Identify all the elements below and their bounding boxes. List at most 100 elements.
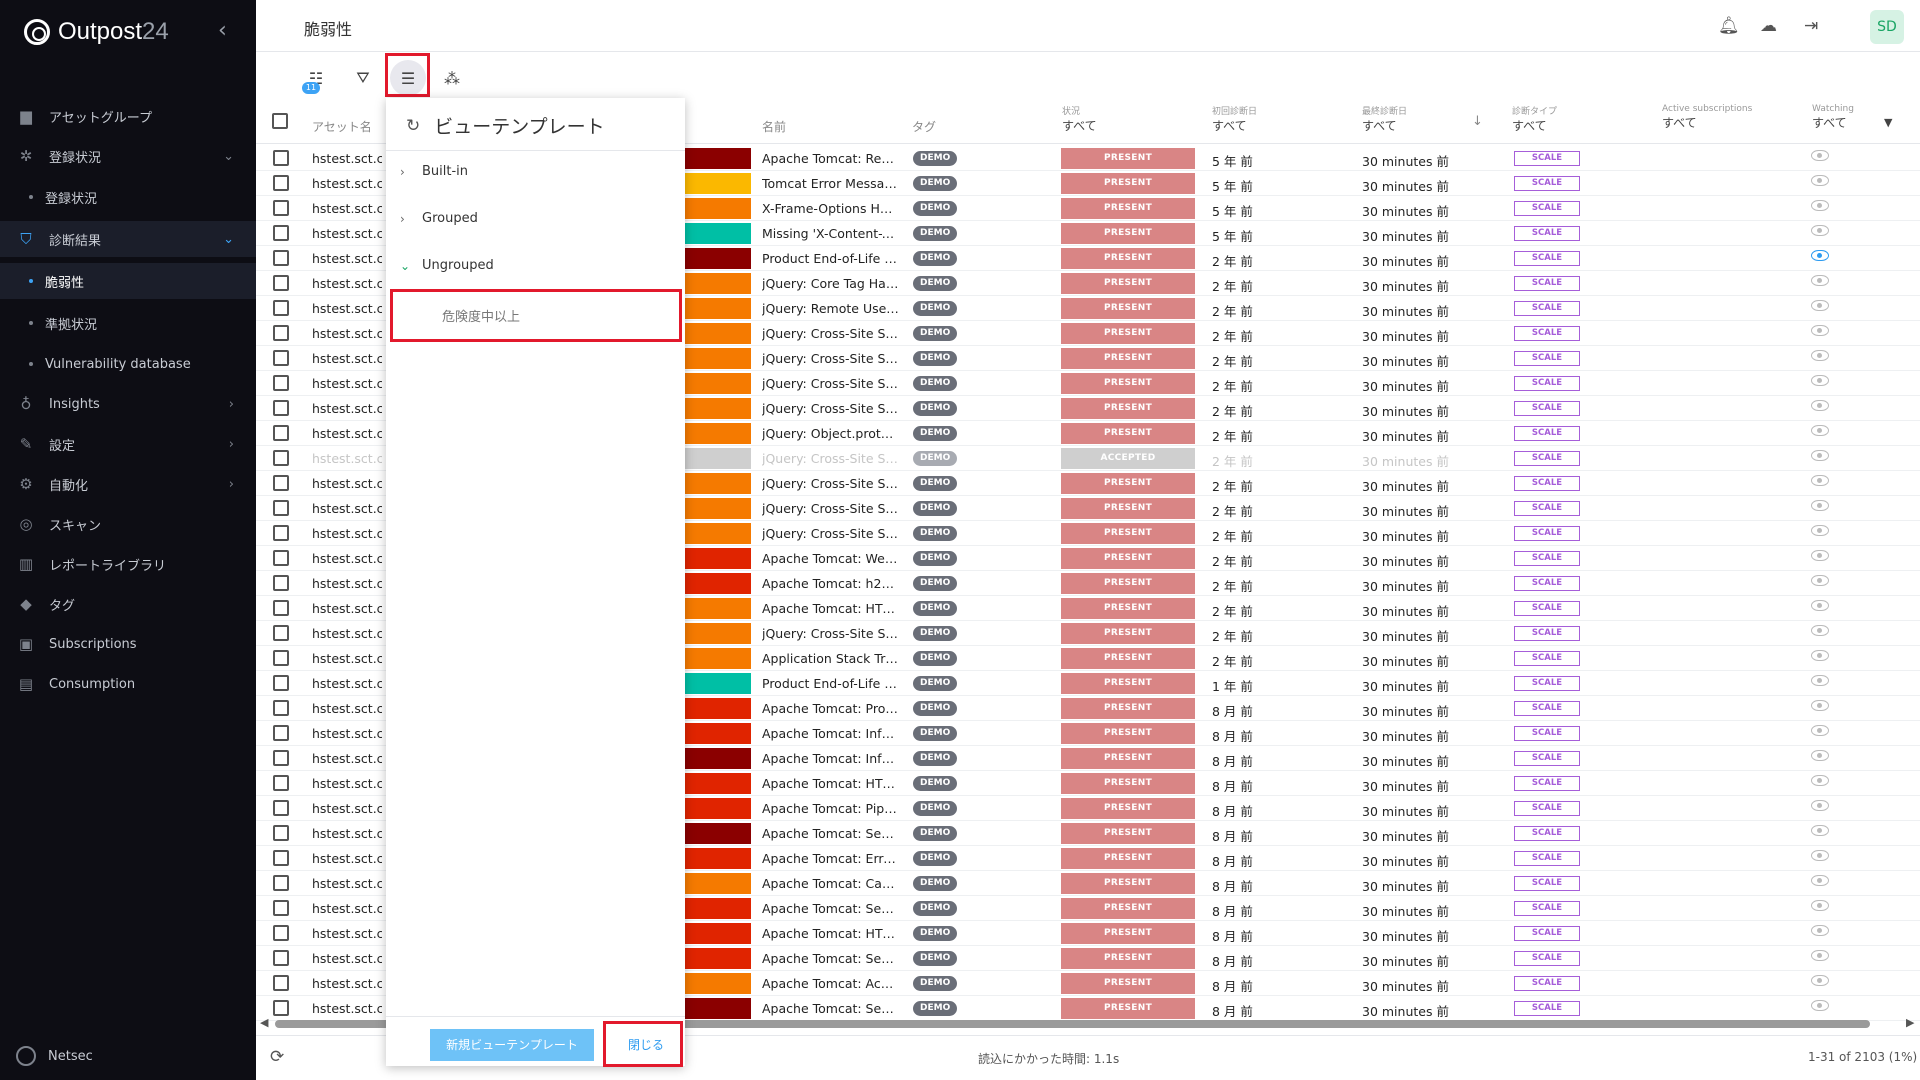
- asset-name[interactable]: hstest.sct.co: [312, 276, 382, 291]
- sidebar-subitem-vulnerabilities[interactable]: 脆弱性: [0, 263, 256, 299]
- asset-name[interactable]: hstest.sct.co: [312, 726, 382, 741]
- asset-name[interactable]: hstest.sct.co: [312, 301, 382, 316]
- row-checkbox[interactable]: [273, 275, 289, 291]
- watch-eye-icon[interactable]: [1811, 925, 1829, 936]
- watch-eye-icon[interactable]: [1811, 750, 1829, 761]
- scroll-right-icon[interactable]: ▶: [1906, 1016, 1914, 1029]
- asset-name[interactable]: hstest.sct.co: [312, 751, 382, 766]
- sidebar-item-registration[interactable]: ✲ 登録状況 ⌄: [0, 138, 256, 174]
- watch-eye-icon[interactable]: [1811, 950, 1829, 961]
- vulnerability-name[interactable]: jQuery: Cross-Site Scr...: [762, 526, 899, 541]
- sidebar-item-consumption[interactable]: ▤ Consumption: [0, 666, 256, 702]
- tag-badge[interactable]: DEMO: [913, 326, 958, 341]
- watch-eye-icon[interactable]: [1811, 225, 1829, 236]
- sidebar-subitem-vuln-database[interactable]: Vulnerability database: [0, 346, 256, 382]
- asset-name[interactable]: hstest.sct.co: [312, 226, 382, 241]
- vulnerability-name[interactable]: Tomcat Error Message: [762, 176, 899, 191]
- tag-badge[interactable]: DEMO: [913, 901, 958, 916]
- row-checkbox[interactable]: [273, 325, 289, 341]
- asset-name[interactable]: hstest.sct.co: [312, 551, 382, 566]
- tag-badge[interactable]: DEMO: [913, 451, 958, 466]
- asset-name[interactable]: hstest.sct.co: [312, 876, 382, 891]
- avatar[interactable]: SD: [1870, 10, 1904, 44]
- tag-badge[interactable]: DEMO: [913, 726, 958, 741]
- asset-name[interactable]: hstest.sct.co: [312, 601, 382, 616]
- row-checkbox[interactable]: [273, 250, 289, 266]
- column-watching[interactable]: Watching すべて: [1812, 104, 1854, 131]
- row-checkbox[interactable]: [273, 200, 289, 216]
- tag-badge[interactable]: DEMO: [913, 826, 958, 841]
- sort-desc-icon[interactable]: ↓: [1472, 114, 1483, 129]
- tag-badge[interactable]: DEMO: [913, 926, 958, 941]
- sidebar-item-settings[interactable]: ✎ 設定 ›: [0, 426, 256, 462]
- scan-type-filter-value[interactable]: すべて: [1512, 119, 1547, 133]
- watch-eye-icon[interactable]: [1811, 450, 1829, 461]
- vulnerability-name[interactable]: Application Stack Tra...: [762, 651, 899, 666]
- row-checkbox[interactable]: [273, 650, 289, 666]
- vulnerability-name[interactable]: Apache Tomcat: Acc...: [762, 976, 899, 991]
- asset-name[interactable]: hstest.sct.co: [312, 451, 382, 466]
- watch-eye-icon[interactable]: [1811, 825, 1829, 836]
- asset-name[interactable]: hstest.sct.co: [312, 801, 382, 816]
- brand-logo[interactable]: Outpost24: [24, 18, 169, 46]
- row-checkbox[interactable]: [273, 1000, 289, 1016]
- tag-badge[interactable]: DEMO: [913, 626, 958, 641]
- row-checkbox[interactable]: [273, 825, 289, 841]
- sidebar-item-insights[interactable]: ♁ Insights ›: [0, 386, 256, 422]
- watch-eye-icon[interactable]: [1811, 975, 1829, 986]
- vulnerability-name[interactable]: Apache Tomcat: Sec...: [762, 826, 899, 841]
- tag-badge[interactable]: DEMO: [913, 351, 958, 366]
- row-checkbox[interactable]: [273, 900, 289, 916]
- vulnerability-name[interactable]: Apache Tomcat: Sec...: [762, 951, 899, 966]
- group-grouped[interactable]: › Grouped: [400, 211, 478, 226]
- first-seen-filter-value[interactable]: すべて: [1212, 119, 1247, 133]
- vulnerability-name[interactable]: Apache Tomcat: Web...: [762, 551, 899, 566]
- watch-eye-icon[interactable]: [1811, 775, 1829, 786]
- asset-name[interactable]: hstest.sct.co: [312, 826, 382, 841]
- row-checkbox[interactable]: [273, 400, 289, 416]
- watch-eye-icon[interactable]: [1811, 700, 1829, 711]
- sidebar-item-scan[interactable]: ◎ スキャン: [0, 506, 256, 542]
- watch-eye-icon[interactable]: [1811, 150, 1829, 161]
- vulnerability-name[interactable]: X-Frame-Options Hea...: [762, 201, 899, 216]
- watch-eye-icon[interactable]: [1811, 850, 1829, 861]
- scroll-left-icon[interactable]: ◀: [260, 1016, 268, 1029]
- column-first-seen[interactable]: 初回診断日 すべて: [1212, 104, 1257, 134]
- row-checkbox[interactable]: [273, 300, 289, 316]
- tag-badge[interactable]: DEMO: [913, 301, 958, 316]
- tag-badge[interactable]: DEMO: [913, 876, 958, 891]
- tag-badge[interactable]: DEMO: [913, 276, 958, 291]
- vulnerability-name[interactable]: jQuery: Remote User ...: [762, 301, 899, 316]
- tag-badge[interactable]: DEMO: [913, 976, 958, 991]
- reset-icon[interactable]: ↻: [406, 116, 420, 136]
- vulnerability-name[interactable]: Apache Tomcat: Infor...: [762, 751, 899, 766]
- asset-name[interactable]: hstest.sct.co: [312, 626, 382, 641]
- column-tag[interactable]: タグ: [912, 118, 936, 135]
- subscriptions-filter-value[interactable]: すべて: [1662, 116, 1697, 130]
- sidebar-item-tags[interactable]: ◆ タグ: [0, 586, 256, 622]
- row-checkbox[interactable]: [273, 625, 289, 641]
- tag-badge[interactable]: DEMO: [913, 176, 958, 191]
- watch-eye-icon[interactable]: [1811, 350, 1829, 361]
- row-checkbox[interactable]: [273, 450, 289, 466]
- vulnerability-name[interactable]: Apache Tomcat: Sec...: [762, 901, 899, 916]
- refresh-icon[interactable]: ⟳: [270, 1047, 284, 1067]
- watch-eye-icon[interactable]: [1811, 375, 1829, 386]
- tag-badge[interactable]: DEMO: [913, 251, 958, 266]
- last-seen-filter-value[interactable]: すべて: [1362, 119, 1397, 133]
- watch-eye-icon[interactable]: [1811, 275, 1829, 286]
- asset-name[interactable]: hstest.sct.co: [312, 501, 382, 516]
- watch-eye-icon[interactable]: [1811, 650, 1829, 661]
- watch-eye-icon[interactable]: [1811, 425, 1829, 436]
- tag-badge[interactable]: DEMO: [913, 951, 958, 966]
- tag-badge[interactable]: DEMO: [913, 576, 958, 591]
- organization-switcher[interactable]: Netsec: [16, 1046, 93, 1066]
- column-asset-name[interactable]: アセット名: [312, 118, 372, 135]
- watch-eye-icon[interactable]: [1811, 400, 1829, 411]
- watch-eye-icon[interactable]: [1811, 900, 1829, 911]
- vulnerability-name[interactable]: jQuery: Cross-Site Scr...: [762, 376, 899, 391]
- cloud-download-icon[interactable]: ☁: [1760, 16, 1777, 36]
- vulnerability-name[interactable]: Product End-of-Life (...: [762, 676, 899, 691]
- asset-name[interactable]: hstest.sct.co: [312, 426, 382, 441]
- column-active-subscriptions[interactable]: Active subscriptions すべて: [1662, 104, 1752, 131]
